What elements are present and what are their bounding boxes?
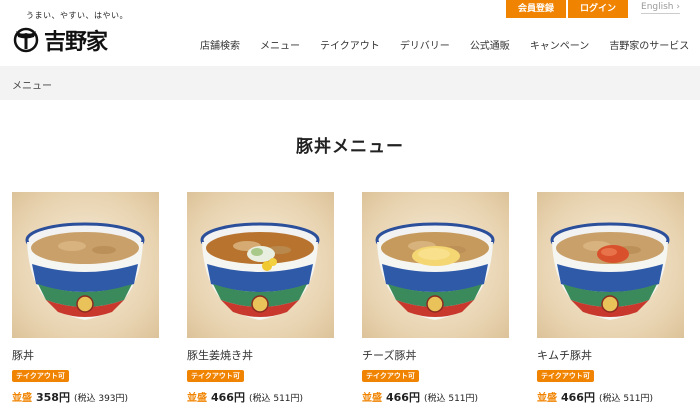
menu-item-image bbox=[187, 192, 334, 338]
nav-item-campaign[interactable]: キャンペーン bbox=[530, 37, 590, 52]
price-row: 並盛 466円 (税込 511円) bbox=[362, 386, 510, 405]
chevron-right-icon: › bbox=[676, 2, 680, 12]
breadcrumb: メニュー bbox=[0, 66, 700, 100]
language-switch-link[interactable]: English › bbox=[641, 2, 680, 14]
nav-item-online-shop[interactable]: 公式通販 bbox=[470, 37, 510, 52]
menu-card-cheese-butadon[interactable]: チーズ豚丼 テイクアウト可 並盛 466円 (税込 511円) bbox=[362, 192, 510, 405]
price: 466円 bbox=[386, 391, 420, 404]
size-label: 並盛 bbox=[187, 393, 207, 404]
price-with-tax: (税込 511円) bbox=[423, 394, 479, 404]
login-button[interactable]: ログイン bbox=[567, 0, 628, 18]
price-row: 並盛 466円 (税込 511円) bbox=[187, 386, 335, 405]
menu-card-ginger-butadon[interactable]: 豚生姜焼き丼 テイクアウト可 並盛 466円 (税込 511円) bbox=[187, 192, 335, 405]
logo-wordmark: 吉野家 bbox=[44, 29, 108, 55]
menu-card-butadon[interactable]: 豚丼 テイクアウト可 並盛 358円 (税込 393円) bbox=[12, 192, 160, 405]
menu-item-name: 豚生姜焼き丼 bbox=[187, 349, 253, 362]
takeout-badge: テイクアウト可 bbox=[537, 370, 594, 382]
breadcrumb-current: メニュー bbox=[12, 81, 52, 92]
yoshinoya-emblem-icon bbox=[13, 27, 39, 53]
menu-card-kimchi-butadon[interactable]: キムチ豚丼 テイクアウト可 並盛 466円 (税込 511円) bbox=[537, 192, 685, 405]
logo-tagline: うまい、やすい、はやい。 bbox=[26, 11, 128, 20]
nav-item-menu[interactable]: メニュー bbox=[260, 37, 300, 52]
menu-item-name: キムチ豚丼 bbox=[537, 349, 592, 362]
size-label: 並盛 bbox=[537, 393, 557, 404]
price: 358円 bbox=[36, 391, 70, 404]
menu-item-name: 豚丼 bbox=[12, 349, 34, 362]
menu-item-image bbox=[362, 192, 509, 338]
member-register-button[interactable]: 会員登録 bbox=[505, 0, 566, 18]
language-label: English bbox=[641, 2, 674, 12]
account-buttons: 会員登録 ログイン bbox=[505, 0, 628, 18]
nav-item-store-search[interactable]: 店舗検索 bbox=[200, 37, 240, 52]
takeout-badge: テイクアウト可 bbox=[12, 370, 69, 382]
nav-item-takeout[interactable]: テイクアウト bbox=[320, 37, 380, 52]
price-with-tax: (税込 511円) bbox=[248, 394, 304, 404]
price: 466円 bbox=[211, 391, 245, 404]
price-with-tax: (税込 393円) bbox=[73, 394, 129, 404]
size-label: 並盛 bbox=[362, 393, 382, 404]
nav-item-delivery[interactable]: デリバリー bbox=[400, 37, 450, 52]
logo[interactable]: うまい、やすい、はやい。 吉野家 bbox=[10, 6, 140, 60]
page-title: 豚丼メニュー bbox=[296, 137, 404, 157]
price-row: 並盛 466円 (税込 511円) bbox=[537, 386, 685, 405]
main-nav: 店舗検索 メニュー テイクアウト デリバリー 公式通販 キャンペーン 吉野家のサ… bbox=[200, 37, 700, 52]
site-header: うまい、やすい、はやい。 吉野家 会員登録 ログイン English › 店舗検… bbox=[0, 0, 700, 66]
size-label: 並盛 bbox=[12, 393, 32, 404]
takeout-badge: テイクアウト可 bbox=[362, 370, 419, 382]
price: 466円 bbox=[561, 391, 595, 404]
menu-item-image bbox=[537, 192, 684, 338]
takeout-badge: テイクアウト可 bbox=[187, 370, 244, 382]
menu-item-name: チーズ豚丼 bbox=[362, 349, 417, 362]
nav-item-services[interactable]: 吉野家のサービス bbox=[609, 37, 689, 52]
price-row: 並盛 358円 (税込 393円) bbox=[12, 386, 160, 405]
menu-item-image bbox=[12, 192, 159, 338]
price-with-tax: (税込 511円) bbox=[598, 394, 654, 404]
